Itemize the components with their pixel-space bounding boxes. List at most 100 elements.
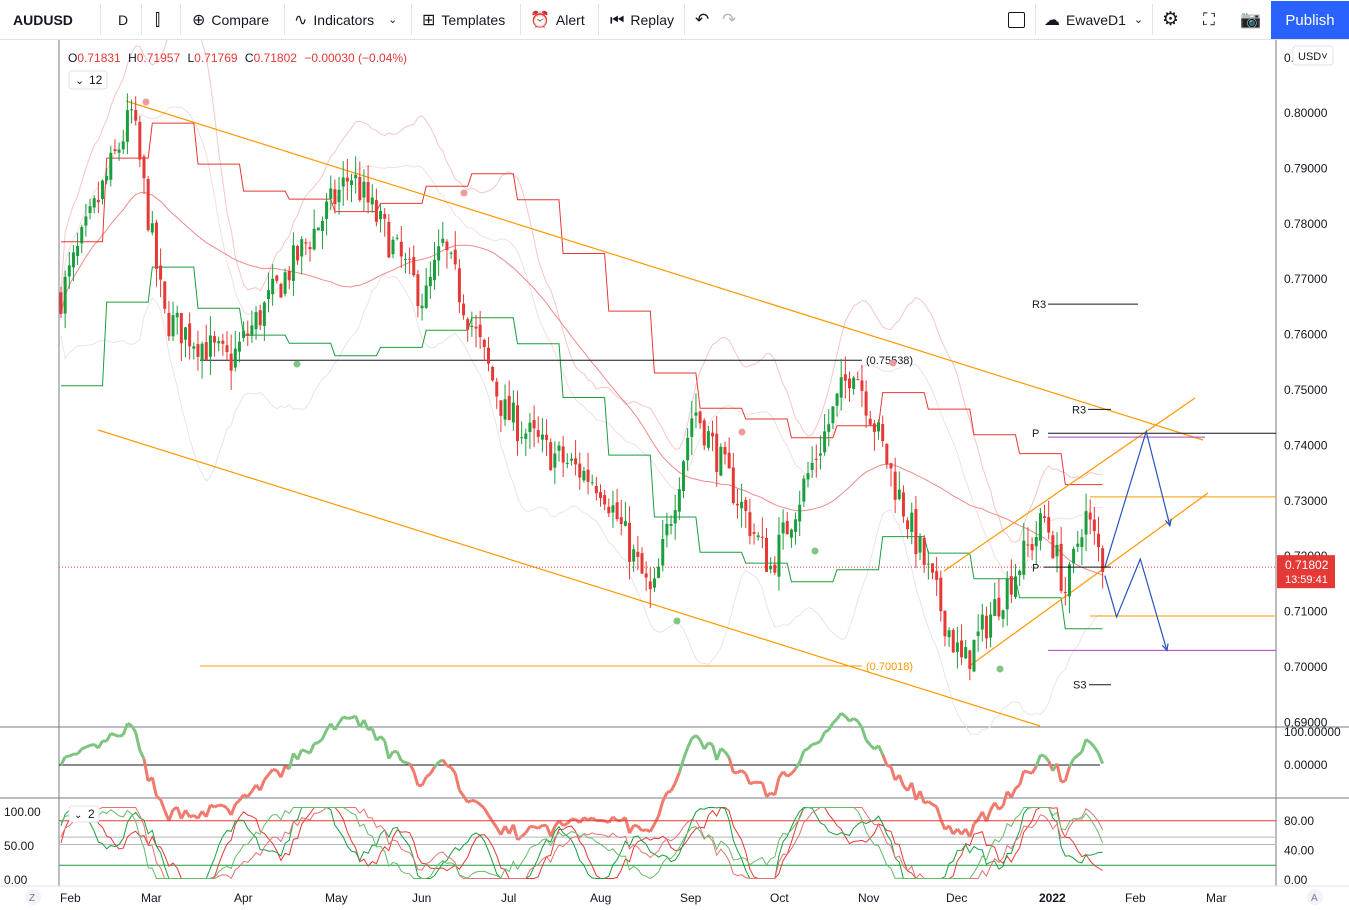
toolbar-divider [1035, 4, 1036, 35]
candle-body [200, 343, 204, 361]
candle-body [520, 437, 524, 439]
candle-body [677, 489, 681, 512]
candle-body [536, 430, 540, 437]
candle-body [968, 650, 972, 670]
time-tick-label: Jun [412, 891, 431, 905]
candle-body [814, 458, 818, 460]
chart-canvas[interactable]: (0.75538) (0.70018) R3 R3 P P S3 0.80000 0.790… [0, 40, 1349, 910]
time-tick-label: Oct [770, 891, 789, 905]
toolbar-divider [598, 4, 599, 35]
candle-body [142, 156, 146, 179]
candle-body [769, 565, 773, 570]
candle-body [345, 177, 349, 182]
time-tick-label: Feb [60, 891, 81, 905]
osc-tick-label: 40.00 [1284, 843, 1314, 857]
layout-name: EwaveD1 [1066, 11, 1126, 28]
momentum-segment [931, 803, 938, 808]
candle-body [420, 305, 424, 309]
candle-body [287, 270, 291, 281]
price-tick-label: 0.73000 [1284, 494, 1328, 508]
fullscreen-button[interactable]: ⛶ [1203, 0, 1215, 39]
candle-body [105, 176, 109, 181]
candle-body [67, 265, 71, 277]
momentum-segment [64, 754, 70, 759]
candle-body [756, 535, 760, 538]
candle-body [989, 614, 993, 638]
momentum-segment [633, 823, 639, 828]
momentum-segment [529, 824, 535, 829]
candle-body [387, 221, 391, 258]
candle-body [719, 446, 723, 476]
alert-button[interactable]: ⏰ Alert [530, 0, 585, 39]
candle-body [213, 336, 217, 343]
candle-body [590, 482, 594, 484]
candle-body [408, 258, 412, 260]
candle-body [640, 553, 644, 574]
momentum-segment [347, 716, 352, 720]
momentum-segment [301, 748, 307, 753]
candle-body [665, 523, 669, 536]
pivot-label: R3 [1072, 404, 1086, 416]
replay-icon: ⏮ [610, 9, 625, 29]
compare-button[interactable]: ⊕ Compare [192, 0, 269, 39]
candle-body [926, 563, 930, 565]
settings-button[interactable]: ⚙ [1162, 0, 1179, 39]
layout-toggle-button[interactable] [1008, 0, 1025, 39]
momentum-segment [400, 759, 407, 765]
momentum-segment [467, 799, 473, 804]
time-tick-label: May [325, 891, 348, 905]
momentum-segment [1040, 753, 1045, 758]
candle-body [204, 342, 208, 360]
price-tick-label: 0.71000 [1284, 605, 1328, 619]
chart-type-button[interactable]: ⫿ [155, 0, 166, 39]
candle-body [296, 246, 300, 261]
candle-body [623, 521, 627, 526]
candle-body [171, 315, 175, 337]
candle-body [242, 330, 246, 338]
candle-body [221, 340, 225, 344]
fib-low-label: (0.70018) [866, 661, 913, 673]
candle-body [283, 272, 287, 294]
candle-body [735, 503, 739, 506]
templates-button[interactable]: ⊞ Templates [422, 0, 505, 39]
momentum-segment [666, 789, 672, 795]
candle-body [698, 411, 702, 424]
replay-button[interactable]: ⏮ Replay [610, 0, 674, 39]
time-tick-label: Mar [1206, 891, 1227, 905]
pivot-label: P [1032, 428, 1039, 440]
candle-body [868, 418, 872, 425]
candle-body [159, 265, 163, 280]
undo-button[interactable]: ↶ [695, 0, 709, 39]
ohlc-legend: O0.71831 H0.71957 L0.71769 C0.71802 −0.0… [68, 51, 407, 65]
momentum-segment [811, 741, 817, 746]
publish-button[interactable]: Publish [1271, 1, 1349, 39]
candle-body [997, 597, 1001, 617]
candle-body [499, 400, 503, 416]
candle-body [254, 312, 258, 330]
candle-body [706, 431, 710, 448]
candle-body [632, 549, 636, 562]
candle-body [470, 325, 474, 327]
templates-grid-icon: ⊞ [422, 10, 436, 29]
candle-body [943, 610, 947, 637]
candle-body [437, 246, 441, 261]
indicators-button[interactable]: ∿ Indicators ⌄ [294, 0, 397, 39]
toolbar-divider [1152, 4, 1153, 35]
layout-menu-button[interactable]: ☁ EwaveD1 ⌄ [1044, 0, 1143, 39]
redo-button[interactable]: ↷ [722, 0, 736, 39]
interval-button[interactable]: D [118, 0, 128, 39]
momentum-segment [471, 798, 477, 803]
symbol-search[interactable]: AUDUSD [13, 0, 73, 39]
candle-body [1084, 511, 1088, 535]
candle-body [831, 406, 835, 424]
candle-body [864, 391, 868, 416]
candle-body [63, 276, 67, 314]
snapshot-button[interactable]: 📷 [1240, 0, 1261, 39]
candle-body [827, 424, 831, 432]
chevron-down-icon: ⌄ [1133, 14, 1144, 26]
candle-body [80, 227, 84, 244]
candle-body [922, 537, 926, 565]
candle-body [682, 461, 685, 491]
candle-body [237, 341, 241, 352]
candle-body [935, 571, 939, 580]
